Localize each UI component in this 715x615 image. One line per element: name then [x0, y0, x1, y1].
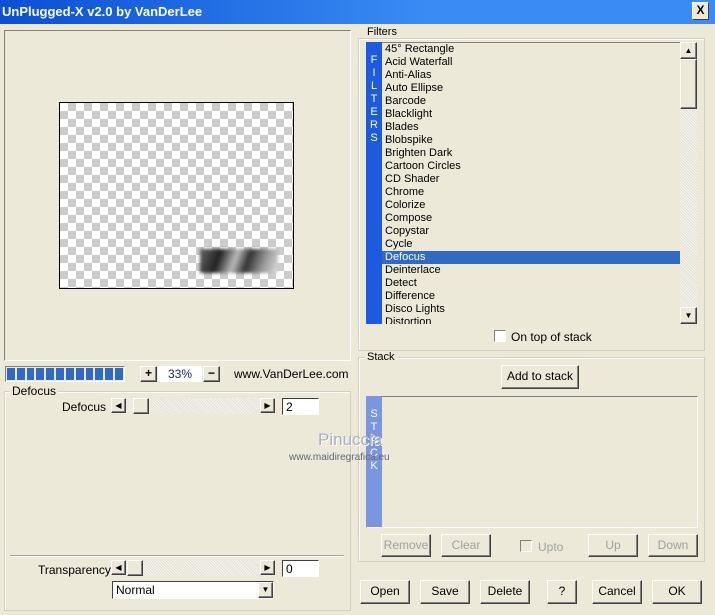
slider-thumb[interactable] — [127, 560, 143, 576]
chevron-down-icon[interactable]: ▼ — [258, 582, 273, 598]
watermark-url: www.maidiregrafica.eu — [289, 452, 390, 463]
filter-item[interactable]: Blacklight — [382, 108, 681, 121]
on-top-label: On top of stack — [511, 330, 592, 344]
progress-block — [115, 368, 123, 380]
filters-list[interactable]: 45° Rectangle Acid Waterfall Anti-Alias Aut… — [382, 42, 681, 324]
title-bar: UnPlugged-X v2.0 by VanDerLee — [0, 0, 715, 24]
filter-item[interactable]: Defocus — [382, 251, 681, 264]
close-button[interactable]: X — [692, 2, 709, 20]
progress-block — [7, 368, 15, 380]
progress-block — [85, 368, 94, 380]
slider-right-arrow-icon[interactable]: ▶ — [260, 398, 275, 413]
zoom-in-button[interactable]: + — [140, 366, 157, 382]
filters-strip: FILTERS — [366, 42, 382, 324]
upto-checkbox[interactable] — [520, 540, 532, 552]
preview-canvas[interactable] — [59, 102, 294, 289]
slider-right-arrow-icon[interactable]: ▶ — [260, 560, 275, 575]
strip-label: FILTERS — [370, 54, 378, 144]
defocus-slider[interactable]: ◀ ▶ — [111, 398, 276, 414]
filter-item[interactable]: Brighten Dark — [382, 147, 681, 160]
divider — [10, 555, 344, 557]
filter-item[interactable]: Disco Lights — [382, 303, 681, 316]
blend-mode-value: Normal — [116, 583, 155, 597]
stack-group-title: Stack — [365, 351, 397, 363]
progress-block — [65, 368, 74, 380]
website-link[interactable]: www.VanDerLee.com — [234, 367, 349, 381]
scroll-up-icon[interactable]: ▲ — [680, 42, 697, 59]
delete-button[interactable]: Delete — [480, 580, 530, 604]
slider-left-arrow-icon[interactable]: ◀ — [111, 560, 126, 575]
ok-button[interactable]: OK — [652, 580, 702, 604]
stack-list[interactable] — [366, 396, 698, 528]
open-button[interactable]: Open — [360, 580, 410, 604]
filters-group-title: Filters — [365, 26, 399, 38]
zoom-level: 33% — [158, 366, 202, 382]
defocus-group-title: Defocus — [10, 384, 59, 398]
transparency-slider[interactable]: ◀ ▶ — [111, 560, 276, 576]
defocus-label: Defocus — [62, 400, 107, 414]
clear-button[interactable]: Clear — [441, 534, 491, 557]
window-title: UnPlugged-X v2.0 by VanDerLee — [2, 4, 203, 19]
progress-block — [36, 368, 45, 380]
watermark-name: Pinuccia — [318, 430, 383, 449]
defocus-value-input[interactable]: 2 — [282, 398, 319, 415]
filter-item[interactable]: Distortion — [382, 316, 681, 324]
filter-item[interactable]: Deinterlace — [382, 264, 681, 277]
preview-image — [200, 249, 278, 273]
filter-item[interactable]: CD Shader — [382, 173, 681, 186]
progress-block — [56, 368, 64, 380]
progress-block — [46, 368, 55, 380]
filter-item[interactable]: Compose — [382, 212, 681, 225]
up-button[interactable]: Up — [588, 534, 638, 557]
scroll-down-icon[interactable]: ▼ — [680, 307, 697, 324]
blend-mode-select[interactable]: Normal ▼ — [112, 581, 274, 599]
filter-item[interactable]: Barcode — [382, 95, 681, 108]
zoom-out-button[interactable]: − — [203, 366, 220, 382]
filter-item[interactable]: Blobspike — [382, 134, 681, 147]
filter-item[interactable]: Auto Ellipse — [382, 82, 681, 95]
remove-button[interactable]: Remove — [381, 534, 431, 557]
on-top-checkbox[interactable] — [494, 330, 506, 342]
filter-item[interactable]: Cartoon Circles — [382, 160, 681, 173]
filter-item[interactable]: Difference — [382, 290, 681, 303]
cancel-button[interactable]: Cancel — [592, 580, 642, 604]
progress-block — [95, 368, 104, 380]
progress-block — [75, 368, 84, 380]
upto-label: Upto — [538, 540, 564, 554]
save-button[interactable]: Save — [420, 580, 470, 604]
filters-scrollbar[interactable]: ▲ ▼ — [680, 42, 697, 324]
slider-thumb[interactable] — [133, 398, 149, 414]
filter-item[interactable]: Detect — [382, 277, 681, 290]
transparency-label: Transparency — [38, 563, 111, 577]
filter-item[interactable]: Blades — [382, 121, 681, 134]
filter-item[interactable]: Colorize — [382, 199, 681, 212]
filter-item[interactable]: Acid Waterfall — [382, 56, 681, 69]
add-to-stack-button[interactable]: Add to stack — [501, 365, 579, 389]
filter-item[interactable]: Copystar — [382, 225, 681, 238]
progress-block — [105, 368, 114, 380]
progress-block — [26, 368, 35, 380]
down-button[interactable]: Down — [648, 534, 698, 557]
preview-panel — [4, 30, 351, 361]
filter-item[interactable]: Chrome — [382, 186, 681, 199]
progress-block — [16, 368, 25, 380]
help-button[interactable]: ? — [547, 580, 577, 604]
defocus-group — [4, 391, 351, 611]
filter-item[interactable]: Cycle — [382, 238, 681, 251]
transparency-value-input[interactable]: 0 — [282, 560, 319, 577]
scroll-thumb[interactable] — [680, 59, 697, 109]
progress-bar — [5, 366, 125, 382]
filter-item[interactable]: 45° Rectangle — [382, 43, 681, 56]
filter-item[interactable]: Anti-Alias — [382, 69, 681, 82]
slider-left-arrow-icon[interactable]: ◀ — [111, 398, 126, 413]
